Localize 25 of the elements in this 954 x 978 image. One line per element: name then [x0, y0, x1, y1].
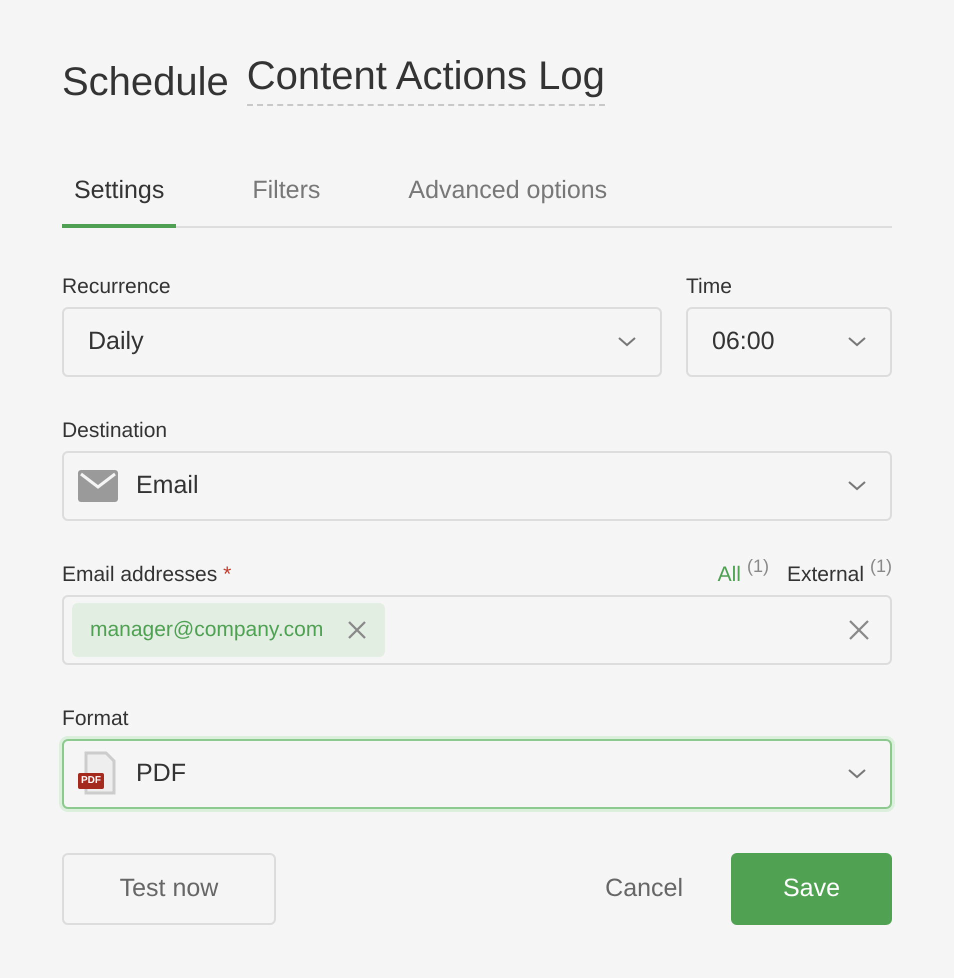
heading-text: Schedule	[62, 59, 229, 106]
envelope-icon	[78, 470, 118, 502]
dropdown-field[interactable]: Daily	[62, 307, 662, 377]
report-name-field[interactable]: Content Actions Log	[246, 52, 605, 106]
email-chip: manager@company.com	[72, 603, 386, 657]
dropdown-field[interactable]: Email	[62, 451, 892, 521]
filter-link[interactable]: External (1)	[786, 559, 892, 590]
field-label: Destination	[62, 418, 168, 444]
field-label: Time	[686, 274, 733, 300]
tab[interactable]: Advanced options	[396, 158, 620, 228]
chevron-down-icon	[848, 769, 866, 779]
dropdown-field[interactable]: PDF PDF	[62, 739, 892, 809]
test-now-button[interactable]: Test now	[62, 853, 276, 925]
chevron-down-icon	[618, 337, 636, 347]
remove-icon[interactable]	[347, 620, 368, 640]
tab[interactable]: Settings	[62, 158, 176, 228]
tab[interactable]: Filters	[240, 158, 332, 228]
field-label: Email addresses *	[62, 562, 232, 588]
dropdown-field[interactable]: 06:00	[686, 307, 892, 377]
clear-icon[interactable]	[848, 619, 870, 641]
chevron-down-icon	[848, 337, 866, 347]
cancel-button[interactable]: Cancel	[581, 853, 707, 925]
field-label: Format	[62, 706, 130, 732]
field-label: Recurrence	[62, 274, 172, 300]
chevron-down-icon	[848, 481, 866, 491]
